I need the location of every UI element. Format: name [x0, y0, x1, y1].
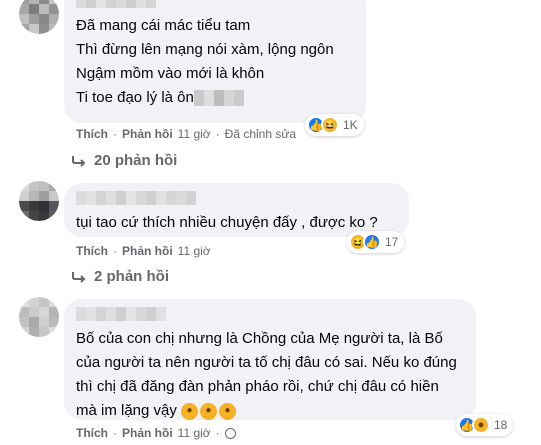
like-button[interactable]: Thích: [76, 127, 108, 141]
reaction-count: 18: [494, 418, 508, 432]
comment-line: của người ta nên người ta tố chị đâu có …: [76, 354, 457, 371]
haha-icon: 😆: [321, 116, 339, 134]
comment-line-text: mà im lặng vậy: [76, 402, 177, 419]
sad-icon: ●: [472, 416, 490, 434]
replies-count-label: 20 phản hồi: [94, 152, 178, 169]
timestamp[interactable]: 11 giờ: [178, 426, 211, 440]
like-icon: 👍: [363, 233, 381, 251]
like-button[interactable]: Thích: [76, 426, 108, 440]
comment-bubble: tụi tao cứ thích nhiều chuyện đấy , được…: [64, 183, 409, 237]
commenter-name-blurred[interactable]: [76, 191, 397, 205]
reply-button[interactable]: Phản hồi: [122, 426, 173, 440]
timestamp[interactable]: 11 giờ: [178, 127, 211, 141]
comment-line: thì chị đã đăng đàn phản pháo rồi, chứ c…: [76, 378, 439, 395]
blurred-text: [193, 90, 244, 107]
comment-line-text: Ti toe đạo lý là ôn: [76, 89, 194, 106]
comment-line: tụi tao cứ thích nhiều chuyện đấy , được…: [76, 214, 378, 231]
comment-actions: Thích · Phản hồi 11 giờ ·: [76, 426, 236, 440]
comment-line: Ngậm mồm vào mới là khôn: [76, 65, 265, 82]
comment-line: Ti toe đạo lý là ôn: [76, 86, 354, 110]
reply-arrow-icon: [72, 155, 86, 167]
commenter-avatar[interactable]: [19, 297, 59, 337]
comment-line: Đã mang cái mác tiểu tam: [76, 17, 251, 34]
comment-text: tụi tao cứ thích nhiều chuyện đấy , được…: [76, 211, 397, 235]
separator-dot: ·: [113, 426, 117, 440]
comment-bubble: Bố của con chị nhưng là Chồng của Mẹ ngư…: [64, 299, 476, 420]
comment-line: mà im lặng vậy ● ● ●: [76, 399, 464, 423]
comment-actions: Thích · Phản hồi 11 giờ · Đã chỉnh sửa: [76, 127, 296, 141]
sad-face-emoji-icon: ●: [181, 402, 199, 420]
view-replies-link[interactable]: 20 phản hồi: [72, 152, 177, 169]
reply-arrow-icon: [72, 271, 86, 283]
sad-face-emoji-icon: ●: [200, 402, 218, 420]
reply-button[interactable]: Phản hồi: [122, 127, 173, 141]
comment-actions: Thích · Phản hồi 11 giờ: [76, 244, 211, 258]
reaction-summary[interactable]: 😆 👍 17: [347, 231, 405, 253]
commenter-name-blurred[interactable]: [76, 307, 464, 321]
reaction-summary[interactable]: 👍 ● 18: [456, 414, 514, 436]
replies-count-label: 2 phản hồi: [94, 268, 169, 285]
emoji-group: ● ● ●: [181, 402, 237, 420]
commenter-name-blurred[interactable]: [76, 0, 354, 8]
comment-line: Thì đừng lên mạng nói xàm, lộng ngôn: [76, 41, 334, 58]
commenter-avatar[interactable]: [19, 0, 59, 34]
reaction-summary[interactable]: 👍 😆 1K: [305, 114, 364, 136]
separator-dot: ·: [215, 127, 220, 141]
timestamp[interactable]: 11 giờ: [178, 244, 211, 258]
comment-text: Đã mang cái mác tiểu tam Thì đừng lên mạ…: [76, 14, 354, 110]
comment-text: Bố của con chị nhưng là Chồng của Mẹ ngư…: [76, 327, 464, 423]
separator-dot: ·: [113, 127, 117, 141]
comment-line: Bố của con chị nhưng là Chồng của Mẹ ngư…: [76, 330, 443, 347]
separator-dot: ·: [215, 426, 220, 440]
reaction-count: 17: [385, 235, 399, 249]
reaction-count: 1K: [343, 118, 358, 132]
reply-button[interactable]: Phản hồi: [122, 244, 173, 258]
view-replies-link[interactable]: 2 phản hồi: [72, 268, 169, 285]
commenter-avatar[interactable]: [19, 181, 59, 221]
like-button[interactable]: Thích: [76, 244, 108, 258]
comment-bubble: Đã mang cái mác tiểu tam Thì đừng lên mạ…: [64, 0, 366, 123]
separator-dot: ·: [113, 244, 117, 258]
globe-icon: [224, 427, 236, 439]
sad-face-emoji-icon: ●: [219, 402, 237, 420]
edited-label: Đã chỉnh sửa: [224, 127, 297, 141]
